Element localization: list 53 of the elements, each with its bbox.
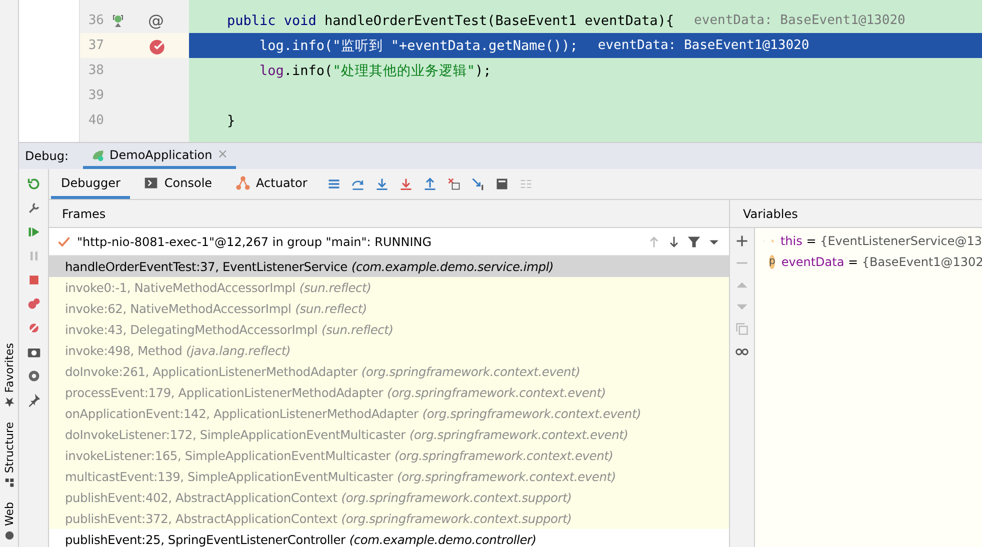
line-number: 38	[87, 63, 104, 78]
code-line: log.info("监听到 "+eventData.getName());	[258, 36, 578, 54]
inline-value-hint: eventData: BaseEvent1@13020	[598, 38, 810, 53]
stop-icon[interactable]	[26, 273, 40, 287]
pin-icon[interactable]	[26, 393, 40, 407]
line-number: 40	[87, 113, 104, 128]
side-tab[interactable]: Favorites	[2, 343, 16, 408]
check-icon	[57, 234, 71, 248]
run-to-cursor-icon[interactable]	[471, 177, 486, 191]
actuator-icon	[236, 176, 250, 190]
close-icon[interactable]: ×	[217, 147, 228, 162]
session-tab[interactable]: DemoApplication ×	[82, 143, 236, 169]
mute-breakpoints-icon[interactable]	[26, 321, 40, 335]
wrench-icon[interactable]	[26, 201, 40, 215]
stack-frame[interactable]: publishEvent:25, SpringEventListenerController (com.example.demo.controller)	[49, 529, 729, 547]
implement-marker-icon[interactable]	[110, 12, 126, 28]
console-icon	[144, 176, 158, 190]
debug-tab[interactable]: Console	[134, 169, 222, 199]
star-icon	[4, 396, 14, 408]
calculator-icon[interactable]	[495, 177, 510, 191]
variable-entry[interactable]: this = {EventListenerService@13	[780, 234, 982, 248]
line-number: 39	[87, 88, 104, 103]
inline-value-hint: eventData: BaseEvent1@13020	[694, 13, 906, 28]
step-into-icon[interactable]	[375, 177, 390, 191]
stack-frame[interactable]: handleOrderEventTest:37, EventListenerService (com.example.demo.service.impl)	[49, 256, 729, 277]
parameter-badge: p	[769, 254, 776, 268]
add-icon[interactable]	[735, 234, 749, 248]
step-out-icon[interactable]	[423, 177, 438, 191]
debug-tab[interactable]: Actuator	[226, 169, 318, 199]
thread-selector[interactable]: "http-nio-8081-exec-1"@12,267 in group "main": RUNNING	[49, 228, 729, 256]
settings-icon[interactable]	[26, 369, 40, 383]
up-arrow-icon[interactable]	[647, 234, 661, 248]
variable-entry[interactable]: eventData = {BaseEvent1@1302	[781, 254, 982, 268]
debug-label: Debug:	[25, 149, 69, 163]
drop-frame-icon[interactable]	[447, 177, 462, 191]
force-step-into-icon[interactable]	[399, 177, 414, 191]
code-line: public void handleOrderEventTest(BaseEvent1 eventData){	[227, 12, 674, 28]
line-number: 36	[87, 13, 104, 28]
annotation-marker: @	[148, 11, 164, 30]
code-line: }	[227, 112, 236, 128]
menu-icon[interactable]	[327, 177, 342, 191]
side-tab[interactable]: Web	[2, 502, 16, 541]
filter-icon[interactable]	[687, 234, 701, 248]
down-arrow-icon[interactable]	[667, 234, 681, 248]
spring-app-icon	[90, 148, 105, 162]
line-number: 37	[87, 38, 104, 53]
code-line: log.info("处理其他的业务逻辑");	[258, 62, 492, 80]
resume-icon[interactable]	[26, 225, 40, 239]
debug-tab[interactable]: Debugger	[51, 169, 130, 199]
side-tab[interactable]: Structure	[2, 422, 16, 488]
rerun-icon[interactable]	[26, 177, 40, 191]
structure-icon	[4, 477, 14, 488]
breakpoints-icon[interactable]	[26, 297, 40, 311]
